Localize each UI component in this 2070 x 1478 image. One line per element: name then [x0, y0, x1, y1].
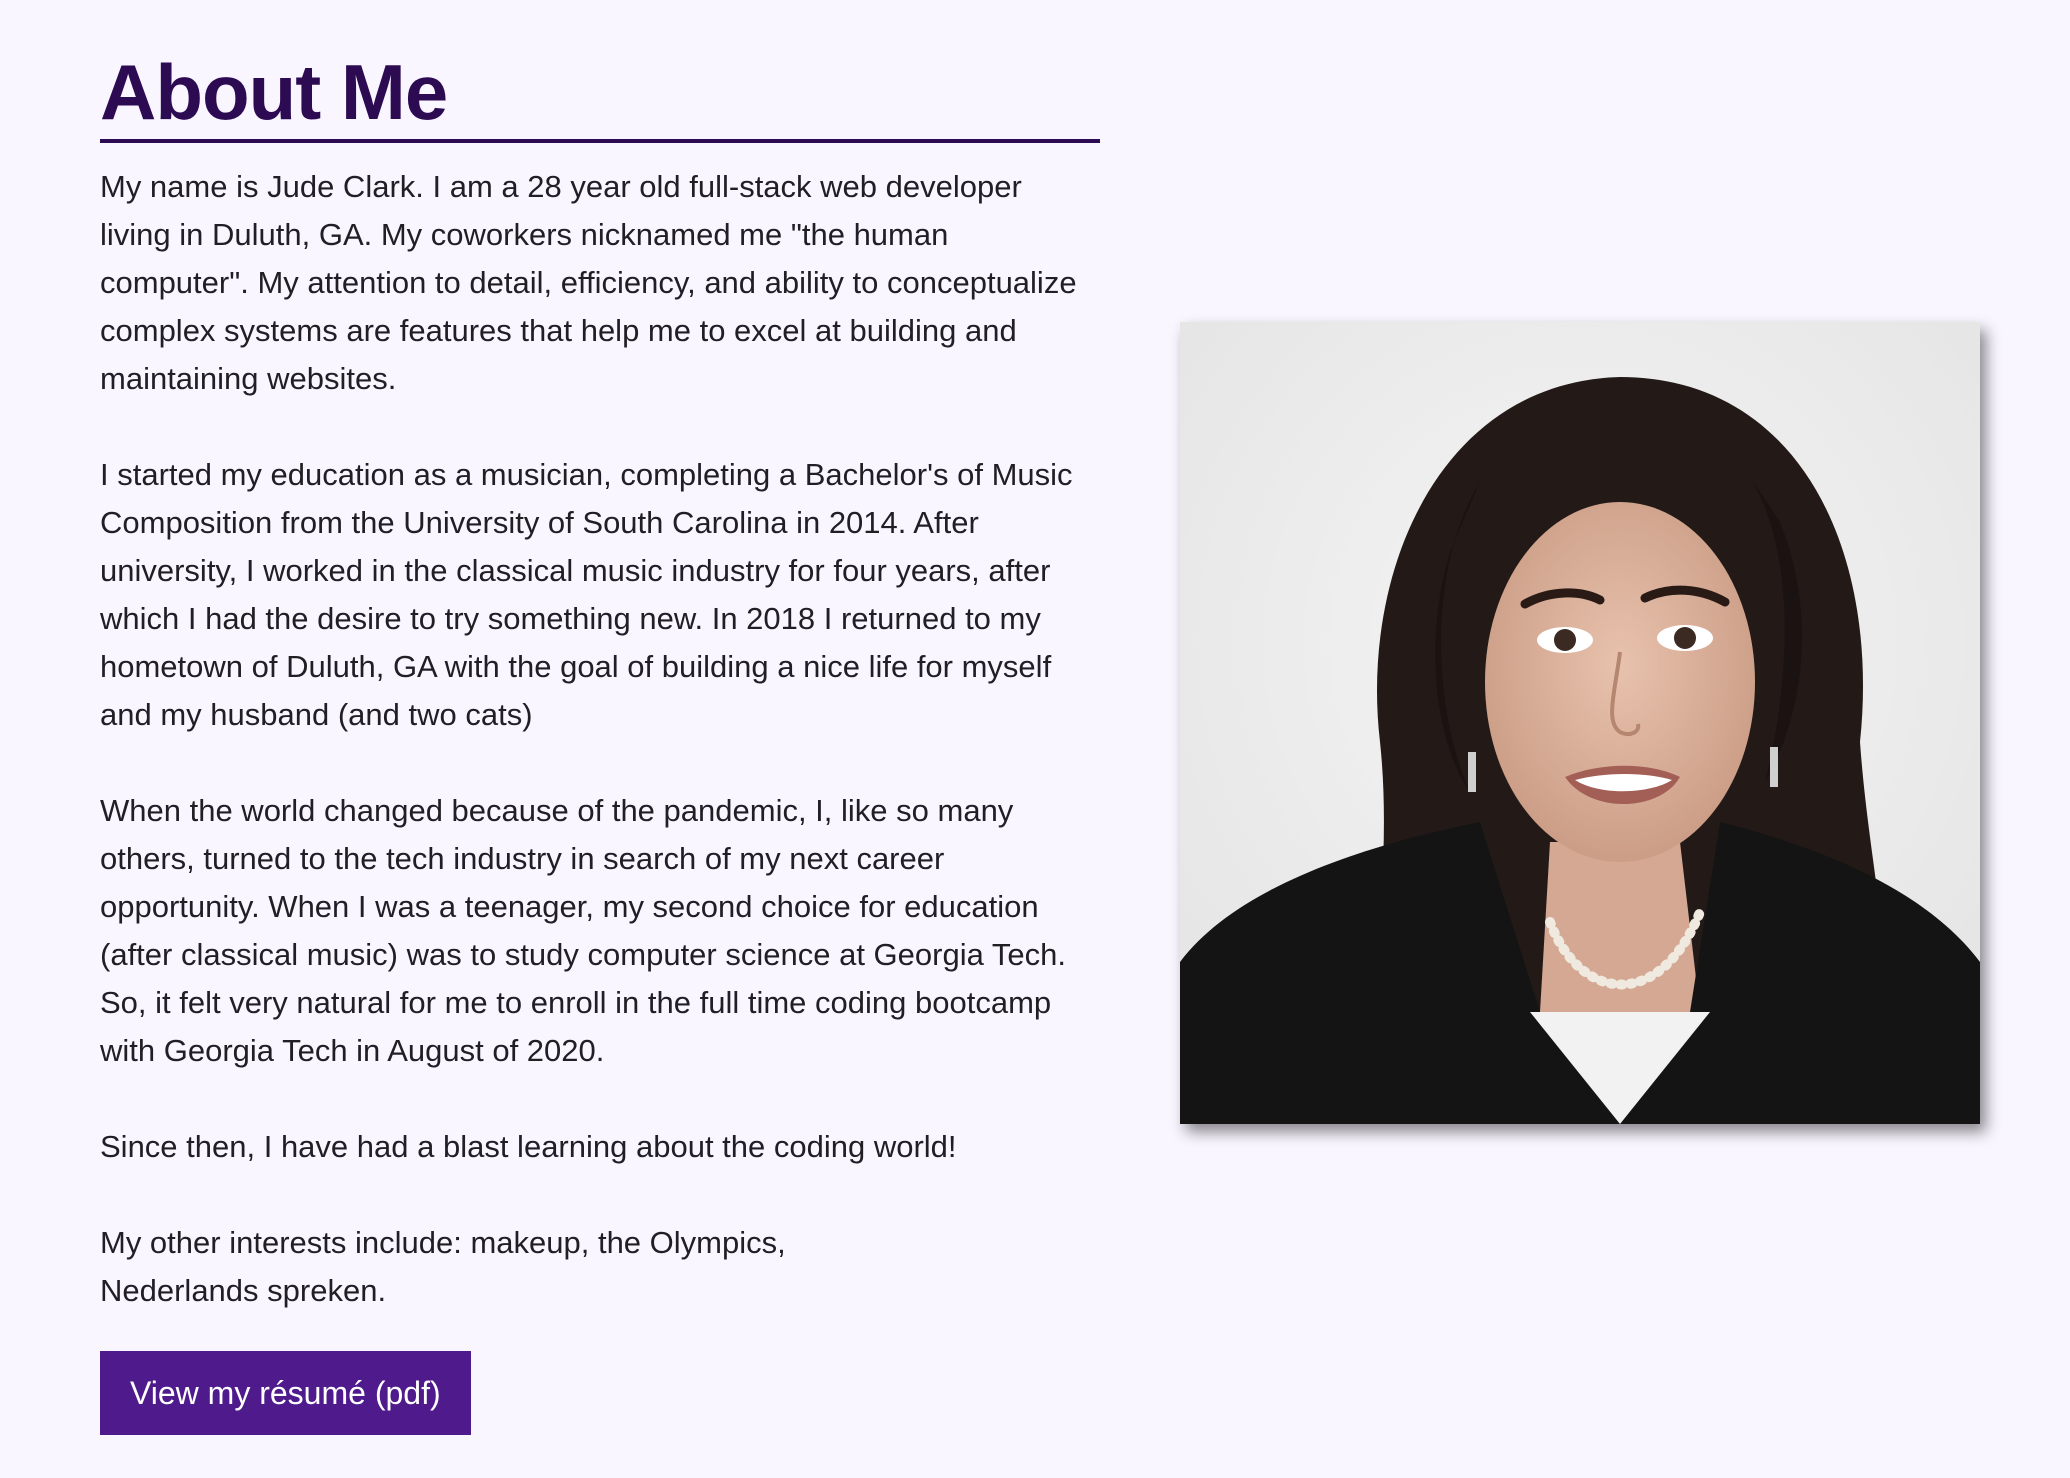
view-resume-button[interactable]: View my résumé (pdf) [100, 1351, 471, 1435]
bio-paragraph-interests: My other interests include: makeup, the … [100, 1219, 1100, 1315]
interests-line-2: Nederlands spreken. [100, 1273, 387, 1308]
bio-paragraph-intro: My name is Jude Clark. I am a 28 year ol… [100, 169, 1077, 396]
about-section: About Me My name is Jude Clark. I am a 2… [100, 48, 1100, 1435]
about-page: About Me My name is Jude Clark. I am a 2… [0, 0, 2070, 1478]
bio-paragraph-education: I started my education as a musician, co… [100, 457, 1073, 732]
portrait-photo-icon [1180, 322, 1980, 1124]
page-title: About Me [100, 48, 1100, 143]
bio-paragraph-since: Since then, I have had a blast learning … [100, 1129, 957, 1164]
profile-photo [1180, 322, 1980, 1124]
bio-text: My name is Jude Clark. I am a 28 year ol… [100, 163, 1100, 1315]
bio-paragraph-career: When the world changed because of the pa… [100, 793, 1066, 1068]
interests-line-1: My other interests include: makeup, the … [100, 1225, 786, 1260]
